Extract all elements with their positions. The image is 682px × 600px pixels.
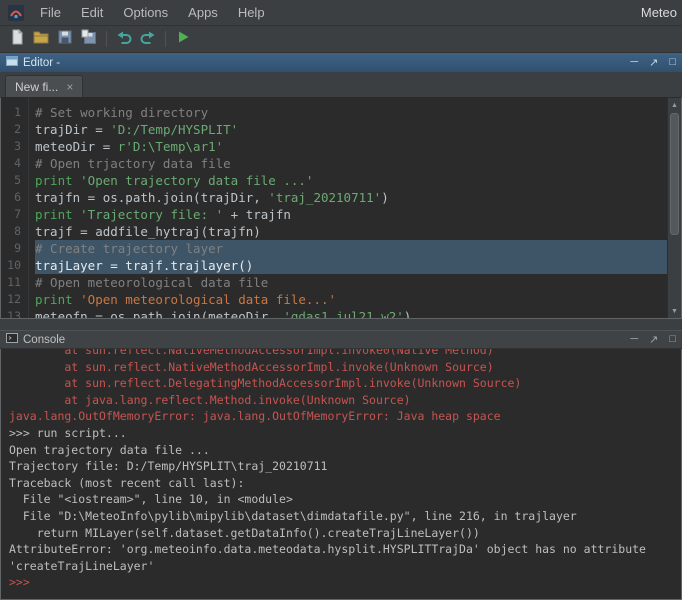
panel-splitter[interactable] [0,319,682,330]
code-line: print 'Open trajectory data file ...' [35,172,681,189]
console-line: at sun.reflect.NativeMethodAccessorImpl.… [9,359,681,376]
line-number-gutter: 12345678910111213 [1,98,29,318]
code-line: trajLayer = trajf.trajlayer() [35,257,681,274]
open-folder-icon [32,28,50,51]
editor-vertical-scrollbar[interactable]: ▲ ▼ [667,98,681,318]
code-line: trajfn = os.path.join(trajDir, 'traj_202… [35,189,681,206]
toolbar-separator [106,31,107,47]
editor-panel-icon [6,55,18,70]
console-line: return MILayer(self.dataset.getDataInfo(… [9,525,681,542]
console-panel: Console ─ ↗ □ at sun.reflect.NativeMetho… [0,330,682,600]
app-logo-icon [8,4,26,22]
console-line: Trajectory file: D:/Temp/HYSPLIT\traj_20… [9,458,681,475]
undo-button[interactable] [112,27,136,51]
editor-panel: Editor - ─ ↗ □ New fi... × 1234567891011… [0,53,682,319]
save-all-icon [80,28,98,51]
line-number: 7 [1,206,21,223]
menu-file[interactable]: File [30,0,71,25]
console-line: 'createTrajLineLayer' [9,558,681,575]
meteoinfo-window: File Edit Options Apps Help Meteo [0,0,682,600]
code-line: print 'Trajectory file: ' + trajfn [35,206,681,223]
editor-panel-title: Editor - [23,57,60,69]
code-editor[interactable]: 12345678910111213 # Set working director… [0,97,682,319]
redo-button[interactable] [136,27,160,51]
line-number: 10 [1,257,21,274]
console-line: at sun.reflect.NativeMethodAccessorImpl.… [9,349,681,359]
line-number: 6 [1,189,21,206]
console-line: >>> run script... [9,425,681,442]
line-number: 11 [1,274,21,291]
console-line: Traceback (most recent call last): [9,475,681,492]
code-line: # Set working directory [35,104,681,121]
toolbar [0,26,682,53]
menu-options[interactable]: Options [113,0,178,25]
console-panel-title: Console [23,334,65,346]
maximize-icon[interactable]: □ [669,56,676,69]
undo-icon [115,28,133,51]
tab-new-file[interactable]: New fi... × [5,75,83,97]
code-line: trajf = addfile_hytraj(trajfn) [35,223,681,240]
line-number: 12 [1,291,21,308]
menu-edit[interactable]: Edit [71,0,113,25]
line-number: 8 [1,223,21,240]
line-number: 4 [1,155,21,172]
console-line: java.lang.OutOfMemoryError: java.lang.Ou… [9,408,681,425]
run-script-button[interactable] [171,27,195,51]
run-icon [174,28,192,51]
editor-panel-header[interactable]: Editor - ─ ↗ □ [0,53,682,72]
save-icon [56,28,74,51]
float-icon[interactable]: ↗ [649,56,658,69]
editor-tab-bar: New fi... × [0,72,682,97]
console-panel-icon [6,332,18,347]
line-number: 9 [1,240,21,257]
line-number: 1 [1,104,21,121]
float-icon[interactable]: ↗ [649,333,658,346]
code-line: meteofn = os.path.join(meteoDir, 'gdas1.… [35,308,681,318]
menu-help[interactable]: Help [228,0,275,25]
line-number: 5 [1,172,21,189]
maximize-icon[interactable]: □ [669,333,676,346]
open-file-button[interactable] [29,27,53,51]
tab-close-icon[interactable]: × [66,81,73,93]
scroll-down-icon[interactable]: ▼ [668,304,681,318]
console-line: >>> [9,574,681,591]
redo-icon [139,28,157,51]
console-panel-header[interactable]: Console ─ ↗ □ [0,330,682,349]
save-all-button[interactable] [77,27,101,51]
code-area[interactable]: # Set working directorytrajDir = 'D:/Tem… [29,98,681,318]
code-line: meteoDir = r'D:\Temp\ar1' [35,138,681,155]
menu-apps[interactable]: Apps [178,0,228,25]
console-line: AttributeError: 'org.meteoinfo.data.mete… [9,541,681,558]
tab-label: New fi... [15,80,58,94]
code-line: # Create trajectory layer [35,240,681,257]
minimize-icon[interactable]: ─ [630,56,638,69]
line-number: 3 [1,138,21,155]
code-line: # Open trjactory data file [35,155,681,172]
code-line: # Open meteorological data file [35,274,681,291]
line-number: 13 [1,308,21,319]
console-line: Open trajectory data file ... [9,442,681,459]
console-line: at java.lang.reflect.Method.invoke(Unkno… [9,392,681,409]
menu-bar: File Edit Options Apps Help Meteo [0,0,682,26]
scrollbar-thumb[interactable] [670,113,679,235]
console-text: at sun.reflect.NativeMethodAccessorImpl.… [9,349,681,591]
window-title: Meteo [641,5,678,20]
new-file-icon [8,28,26,51]
console-line: File "D:\MeteoInfo\pylib\mipylib\dataset… [9,508,681,525]
line-number: 2 [1,121,21,138]
code-line: trajDir = 'D:/Temp/HYSPLIT' [35,121,681,138]
code-line: print 'Open meteorological data file...' [35,291,681,308]
console-output[interactable]: at sun.reflect.NativeMethodAccessorImpl.… [0,349,682,600]
save-button[interactable] [53,27,77,51]
minimize-icon[interactable]: ─ [630,333,638,346]
new-file-button[interactable] [5,27,29,51]
scroll-up-icon[interactable]: ▲ [668,98,681,112]
console-line: at sun.reflect.DelegatingMethodAccessorI… [9,375,681,392]
toolbar-separator [165,31,166,47]
console-line: File "<iostream>", line 10, in <module> [9,491,681,508]
